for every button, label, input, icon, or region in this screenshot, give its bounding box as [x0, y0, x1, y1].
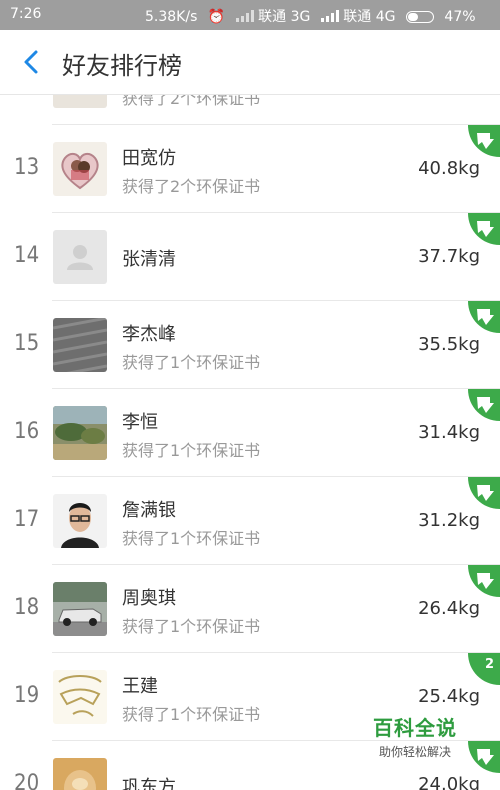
watermark: 百科全说 助你轻松解决	[360, 712, 470, 760]
avatar	[53, 95, 107, 108]
friend-name: 詹满银	[122, 500, 176, 521]
car-avatar	[53, 582, 107, 636]
list-item[interactable]: 14 张清清 37.7kg	[0, 213, 500, 301]
like-badge-icon[interactable]	[468, 565, 500, 597]
item-subtitle: 获得了1个环保证书	[122, 705, 261, 724]
friend-name: 王建	[122, 676, 158, 697]
friend-name: 张清清	[122, 249, 176, 270]
back-arrow-icon[interactable]	[18, 48, 46, 76]
item-subtitle: 获得了1个环保证书	[122, 441, 261, 460]
carbon-weight: 40.8kg	[418, 158, 480, 179]
rank-number: 16	[14, 419, 40, 444]
sketch-avatar	[53, 670, 107, 724]
carbon-weight: 25.4kg	[418, 686, 480, 707]
like-badge-icon[interactable]	[468, 213, 500, 245]
rank-number: 17	[14, 507, 40, 532]
list-item[interactable]: 13 田宽仿 获得了2个环保证书 40.8kg	[0, 125, 500, 213]
portrait-avatar	[53, 494, 107, 548]
alarm-icon: ⏰	[207, 9, 226, 25]
rank-number: 14	[14, 243, 40, 268]
friend-name: 巩东方	[122, 777, 176, 790]
signal-icon-2	[320, 10, 339, 22]
carbon-weight: 31.4kg	[418, 422, 480, 443]
dog-avatar	[53, 758, 107, 790]
rank-number: 19	[14, 683, 40, 708]
page-title: 好友排行榜	[62, 52, 182, 80]
texture-avatar	[53, 318, 107, 372]
carbon-weight: 26.4kg	[418, 598, 480, 619]
leaderboard-list[interactable]: 获得了2个环保证书 13 田宽仿 获得了2个环保证书 40.8kg 14 张清清…	[0, 95, 500, 790]
list-item[interactable]: 16 李恒 获得了1个环保证书 31.4kg	[0, 389, 500, 477]
battery-percent: 47%	[444, 9, 476, 25]
list-item[interactable]: 15 李杰峰 获得了1个环保证书 35.5kg	[0, 301, 500, 389]
status-indicators: 5.38K/s ⏰ 联通 3G 联通 4G 47%	[145, 6, 482, 26]
carrier-1: 联通 3G	[258, 9, 311, 25]
carbon-weight: 37.7kg	[418, 246, 480, 267]
list-item[interactable]: 17 詹满银 获得了1个环保证书 31.2kg	[0, 477, 500, 565]
carbon-weight: 35.5kg	[418, 334, 480, 355]
signal-icon	[235, 10, 254, 22]
item-subtitle: 获得了2个环保证书	[122, 177, 261, 196]
rank-number: 13	[14, 155, 40, 180]
item-subtitle: 获得了1个环保证书	[122, 617, 261, 636]
friend-name: 田宽仿	[122, 148, 176, 169]
watermark-title: 百科全说	[373, 716, 457, 740]
carbon-weight: 24.0kg	[418, 774, 480, 790]
like-badge-icon[interactable]	[468, 389, 500, 421]
friend-name: 周奥琪	[122, 588, 176, 609]
watermark-subtitle: 助你轻松解决	[378, 745, 451, 759]
status-bar: 7:26 5.38K/s ⏰ 联通 3G 联通 4G 47%	[0, 0, 500, 30]
item-subtitle: 获得了1个环保证书	[122, 353, 261, 372]
badge-count: 2	[485, 657, 494, 672]
item-subtitle: 获得了2个环保证书	[122, 95, 261, 108]
like-badge-icon[interactable]	[468, 125, 500, 157]
like-badge-icon[interactable]	[468, 477, 500, 509]
rank-number: 18	[14, 595, 40, 620]
battery-icon	[405, 11, 434, 23]
rank-number: 15	[14, 331, 40, 356]
heart-photo-avatar	[53, 142, 107, 196]
network-speed: 5.38K/s	[145, 9, 198, 25]
rank-number: 20	[14, 771, 40, 790]
list-item[interactable]: 获得了2个环保证书	[0, 95, 500, 125]
like-badge-icon[interactable]	[468, 301, 500, 333]
like-badge-icon[interactable]	[468, 741, 500, 773]
landscape-avatar	[53, 406, 107, 460]
list-item[interactable]: 18 周奥琪 获得了1个环保证书 26.4kg	[0, 565, 500, 653]
default-avatar	[53, 230, 107, 284]
status-time: 7:26	[10, 6, 42, 22]
carrier-2: 联通 4G	[343, 9, 396, 25]
item-subtitle: 获得了1个环保证书	[122, 529, 261, 548]
carbon-weight: 31.2kg	[418, 510, 480, 531]
friend-name: 李恒	[122, 412, 158, 433]
friend-name: 李杰峰	[122, 324, 176, 345]
app-header: 好友排行榜	[0, 30, 500, 95]
like-count-badge[interactable]: 2	[468, 653, 500, 685]
